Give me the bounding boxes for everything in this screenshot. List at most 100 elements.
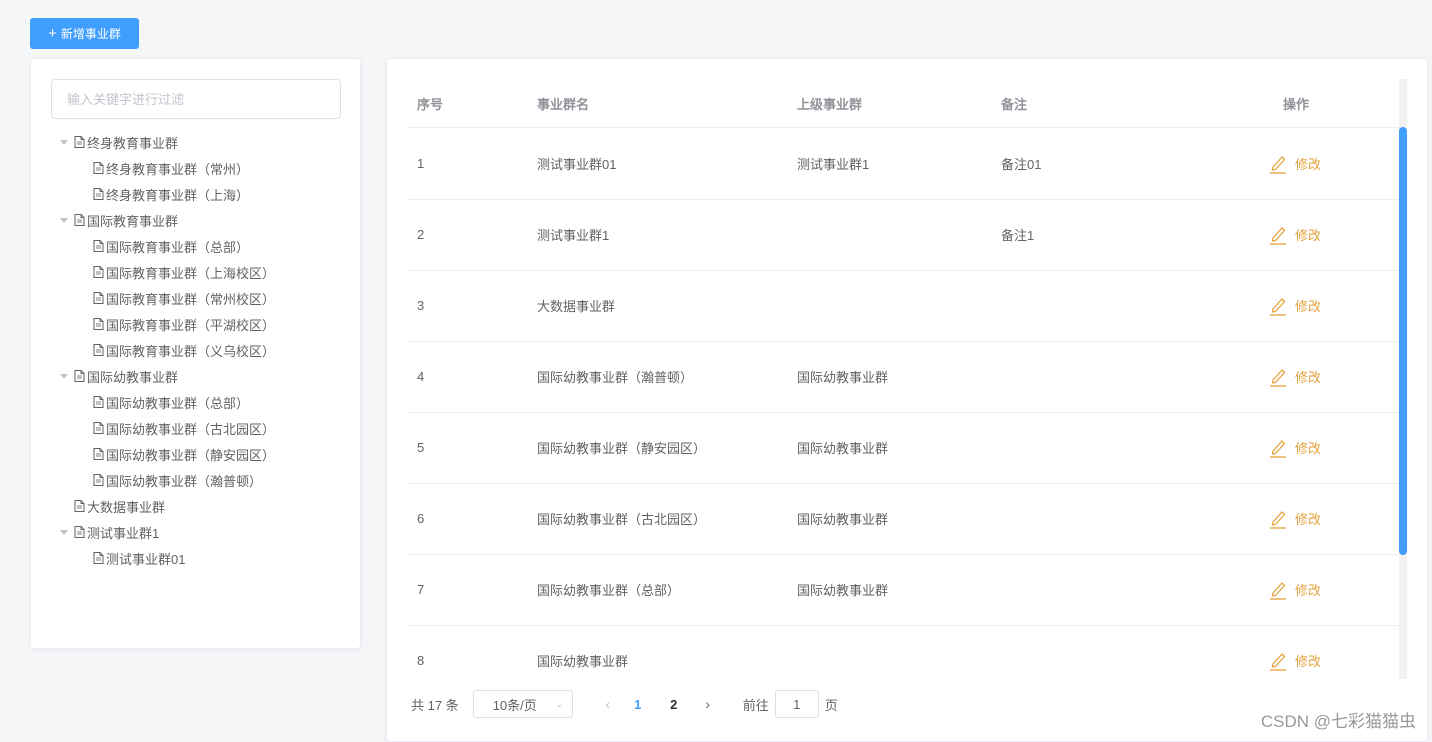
cell-name: 国际幼教事业群（古北园区） [537,512,707,527]
edit-button[interactable]: 修改 [1269,225,1321,245]
tree-node[interactable]: 国际幼教事业群 [60,363,178,389]
goto-page-input[interactable] [774,690,819,718]
edit-button[interactable]: 修改 [1269,580,1321,600]
total-count: 共 17 条 [411,697,459,713]
prev-page-button[interactable]: ‹ [593,696,623,712]
tree-node[interactable]: 国际教育事业群（上海校区） [93,259,275,285]
edit-label: 修改 [1295,299,1322,314]
document-icon [93,240,106,252]
document-icon [93,422,106,434]
caret-down-icon[interactable] [60,373,68,379]
cell-no: 5 [417,440,425,455]
table-row: 1 测试事业群01 测试事业群1 备注01 修改 [407,128,1399,200]
cell-no: 8 [417,653,425,668]
tree-node-label: 终身教育事业群（常州） [106,161,250,177]
cell-parent: 国际幼教事业群 [797,370,889,385]
caret-down-icon[interactable] [60,139,68,145]
edit-icon [1269,509,1287,529]
tree-node-label: 国际教育事业群（义乌校区） [106,343,276,359]
caret-down-icon[interactable] [60,217,68,223]
cell-name: 国际幼教事业群（静安园区） [537,441,707,456]
cell-name: 国际幼教事业群（瀚普顿） [537,370,694,385]
tree-node-label: 国际幼教事业群（静安园区） [106,447,276,463]
tree-node[interactable]: 终身教育事业群（上海） [93,181,249,207]
cell-no: 7 [417,582,425,597]
tree-node[interactable]: 国际教育事业群 [60,207,178,233]
document-icon [93,448,106,460]
edit-icon [1269,154,1287,174]
cell-no: 4 [417,369,425,384]
edit-label: 修改 [1295,441,1322,456]
edit-button[interactable]: 修改 [1269,367,1321,387]
cell-parent: 国际幼教事业群 [797,441,889,456]
cell-name: 国际幼教事业群（总部） [537,583,681,598]
document-icon [74,526,87,538]
edit-button[interactable]: 修改 [1269,509,1321,529]
tree-node[interactable]: 测试事业群01 [93,545,185,571]
edit-button[interactable]: 修改 [1269,154,1321,174]
tree-node[interactable]: 国际幼教事业群（静安园区） [93,441,275,467]
edit-label: 修改 [1295,654,1322,669]
tree-node[interactable]: 国际教育事业群（义乌校区） [93,337,275,363]
document-icon [74,136,87,148]
edit-label: 修改 [1295,370,1322,385]
column-header-no: 序号 [417,96,444,112]
document-icon [74,370,87,382]
tree-node[interactable]: 国际幼教事业群（瀚普顿） [93,467,262,493]
edit-button[interactable]: 修改 [1269,651,1321,671]
document-icon [93,552,106,564]
document-icon [93,292,106,304]
page-button-2[interactable]: 2 [659,697,689,712]
cell-no: 3 [417,298,425,313]
tree-node-label: 大数据事业群 [87,499,166,515]
pagination: 共 17 条 10条/页 ⌄ ‹ 1 2 › 前往 页 [411,689,838,719]
table-row: 3 大数据事业群 修改 [407,270,1399,342]
column-header-note: 备注 [1001,96,1028,112]
edit-icon [1269,296,1287,316]
tree-node-label: 国际教育事业群（总部） [106,239,250,255]
tree-node-label: 国际幼教事业群（总部） [106,395,250,411]
tree-node[interactable]: 终身教育事业群 [60,129,178,155]
edit-button[interactable]: 修改 [1269,438,1321,458]
document-icon [93,266,106,278]
tree-node-label: 国际教育事业群（常州校区） [106,291,276,307]
table-panel: 序号 事业群名 上级事业群 备注 操作 1 测试事业群01 测试事业群1 备注01 修改… [386,58,1428,742]
cell-note: 备注01 [1001,157,1042,172]
table-row: 8 国际幼教事业群 修改 [407,625,1399,679]
tree-node[interactable]: 国际幼教事业群（古北园区） [93,415,275,441]
page-suffix: 页 [824,697,838,713]
tree-node[interactable]: 国际教育事业群（总部） [93,233,249,259]
page-button-1[interactable]: 1 [623,697,653,712]
next-page-button[interactable]: › [693,696,723,712]
tree-node-label: 测试事业群1 [87,525,160,541]
edit-icon [1269,367,1287,387]
edit-icon [1269,651,1287,671]
cell-no: 1 [417,156,425,171]
edit-icon [1269,580,1287,600]
plus-icon: + [48,24,57,42]
tree-node[interactable]: 国际教育事业群（平湖校区） [93,311,275,337]
document-icon [93,162,106,174]
tree-node[interactable]: 终身教育事业群（常州） [93,155,249,181]
table-scrollbar-thumb[interactable] [1399,127,1407,555]
add-business-group-button[interactable]: + 新增事业群 [30,18,139,49]
tree-node[interactable]: 大数据事业群 [74,493,165,519]
tree-node-label: 国际教育事业群（平湖校区） [106,317,276,333]
cell-note: 备注1 [1001,228,1035,243]
page-size-value: 10条/页 [492,697,537,713]
edit-button[interactable]: 修改 [1269,296,1321,316]
table-row: 7 国际幼教事业群（总部） 国际幼教事业群 修改 [407,554,1399,626]
tree-node-label: 国际幼教事业群 [87,369,179,385]
tree-node[interactable]: 测试事业群1 [60,519,159,545]
tree-node-label: 国际教育事业群 [87,213,179,229]
edit-icon [1269,438,1287,458]
tree-node[interactable]: 国际幼教事业群（总部） [93,389,249,415]
cell-name: 大数据事业群 [537,299,616,314]
filter-input[interactable] [51,79,341,119]
page-size-select[interactable]: 10条/页 ⌄ [472,690,573,718]
cell-name: 测试事业群01 [537,157,617,172]
tree-node[interactable]: 国际教育事业群（常州校区） [93,285,275,311]
column-header-name: 事业群名 [537,96,590,112]
cell-parent: 国际幼教事业群 [797,512,889,527]
caret-down-icon[interactable] [60,529,68,535]
